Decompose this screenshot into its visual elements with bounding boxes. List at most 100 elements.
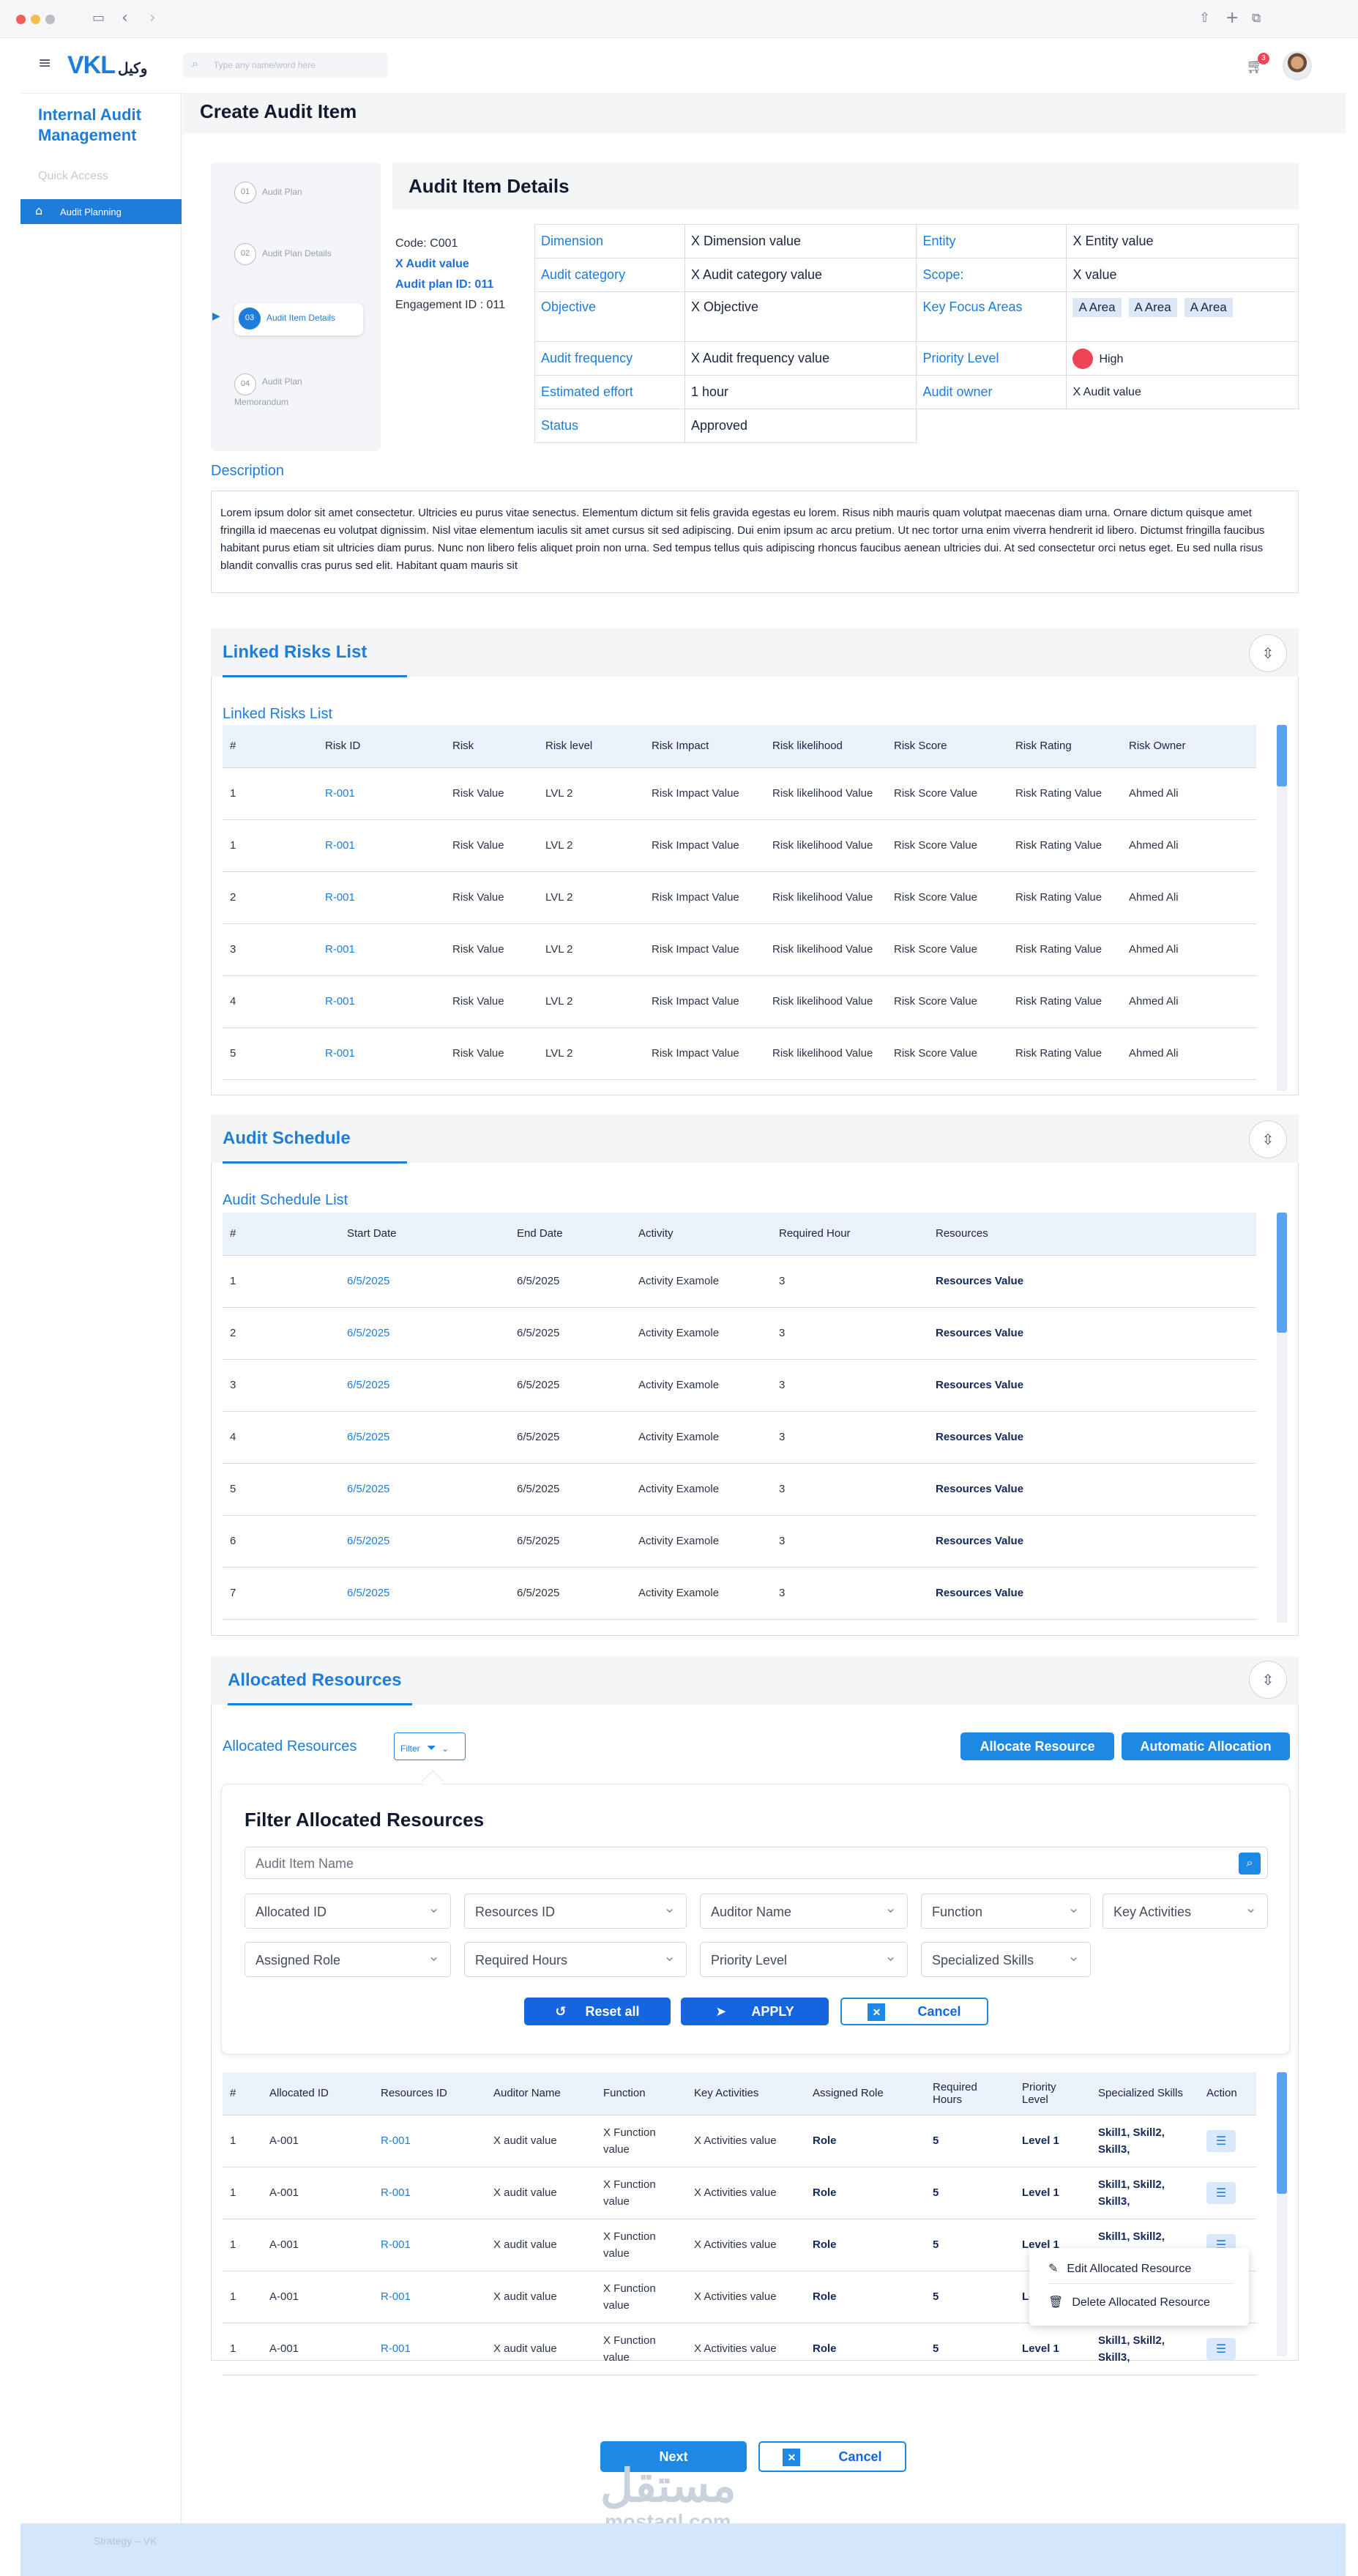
schedule-scrollbar-thumb[interactable]	[1277, 1213, 1287, 1333]
minimize-window-icon[interactable]	[31, 15, 40, 24]
table-cell[interactable]: R-001	[373, 2167, 486, 2219]
schedule-row[interactable]: 1 6/5/2025 6/5/2025 Activity Examole 3 Resour…	[223, 1255, 1256, 1308]
audit-schedule-title: Audit Schedule	[223, 1128, 351, 1148]
table-cell[interactable]: R-001	[318, 923, 445, 976]
risks-scrollbar-thumb[interactable]	[1277, 725, 1287, 786]
step-audit-plan-details[interactable]: 02 Audit Plan Details	[234, 243, 363, 274]
resource-row[interactable]: 1 A-001 R-001 X audit value X Function value…	[223, 2323, 1256, 2375]
row-actions-button[interactable]: ☰	[1206, 2129, 1236, 2152]
table-cell[interactable]: R-001	[318, 1027, 445, 1080]
automatic-allocation-button[interactable]: Automatic Allocation	[1122, 1732, 1290, 1760]
table-cell: X Activities value	[687, 2323, 805, 2375]
audit-item-name-input[interactable]: Audit Item Name	[245, 1847, 1268, 1879]
resource-row[interactable]: 1 A-001 R-001 X audit value X Function value…	[223, 2115, 1256, 2167]
specialized-skills-select[interactable]: Specialized Skills	[921, 1942, 1091, 1977]
maximize-window-icon[interactable]	[45, 15, 55, 24]
table-cell[interactable]: 6/5/2025	[340, 1359, 510, 1412]
risk-row[interactable]: 5 R-001 Risk Value LVL 2 Risk Impact Value Ri…	[223, 1027, 1256, 1080]
risk-row[interactable]: 3 R-001 Risk Value LVL 2 Risk Impact Value Ri…	[223, 923, 1256, 976]
notification-badge: 3	[1258, 53, 1269, 64]
table-cell[interactable]: R-001	[318, 767, 445, 820]
resources-scrollbar-thumb[interactable]	[1277, 2072, 1287, 2194]
allocate-resource-button[interactable]: Allocate Resource	[960, 1732, 1114, 1760]
browser-toolbar	[0, 0, 1358, 38]
row-actions-button[interactable]: ☰	[1206, 2337, 1236, 2360]
edit-allocated-resource-item[interactable]: ✎ Edit Allocated Resource	[1048, 2261, 1234, 2284]
table-cell[interactable]: R-001	[373, 2323, 486, 2375]
table-cell[interactable]: 6/5/2025	[340, 1255, 510, 1308]
table-cell[interactable]: 6/5/2025	[340, 1463, 510, 1516]
schedule-row[interactable]: 3 6/5/2025 6/5/2025 Activity Examole 3 Resour…	[223, 1359, 1256, 1412]
table-cell: X audit value	[486, 2167, 596, 2219]
table-cell[interactable]: 6/5/2025	[340, 1307, 510, 1360]
table-cell[interactable]: R-001	[373, 2115, 486, 2167]
user-avatar[interactable]	[1283, 51, 1312, 81]
table-cell: Activity Examole	[631, 1255, 772, 1308]
table-cell: A-001	[262, 2219, 373, 2271]
close-window-icon[interactable]	[16, 15, 26, 24]
schedule-row[interactable]: 5 6/5/2025 6/5/2025 Activity Examole 3 Resour…	[223, 1463, 1256, 1516]
sidebar-item-audit-planning[interactable]: Audit Planning	[20, 199, 182, 224]
allocated-id-select[interactable]: Allocated ID	[245, 1894, 451, 1929]
table-cell[interactable]: 6/5/2025	[340, 1567, 510, 1620]
footer-cancel-button[interactable]: ✕ Cancel	[758, 2441, 906, 2472]
forward-icon[interactable]: ›	[149, 9, 156, 27]
share-icon[interactable]: ⇧	[1199, 10, 1210, 26]
collapse-linked-risks-button[interactable]: ⇳	[1249, 634, 1287, 672]
schedule-row[interactable]: 4 6/5/2025 6/5/2025 Activity Examole 3 Resour…	[223, 1411, 1256, 1464]
home-icon: ⌂	[35, 204, 43, 217]
assigned-role-select[interactable]: Assigned Role	[245, 1942, 451, 1977]
required-hours-select[interactable]: Required Hours	[464, 1942, 687, 1977]
table-cell: Ahmed Ali	[1122, 975, 1256, 1028]
schedule-row[interactable]: 6 6/5/2025 6/5/2025 Activity Examole 3 Resour…	[223, 1515, 1256, 1568]
table-cell: Resources Value	[928, 1567, 1256, 1620]
step-audit-plan-memorandum[interactable]: 04 Audit Plan Memorandum	[234, 373, 366, 407]
new-tab-icon[interactable]: +	[1225, 9, 1239, 27]
table-cell: Risk Score Value	[887, 871, 1008, 924]
sidebar-toggle-icon[interactable]: ▭	[92, 10, 105, 26]
title-underline	[228, 1703, 412, 1705]
risk-row[interactable]: 2 R-001 Risk Value LVL 2 Risk Impact Value Ri…	[223, 871, 1256, 924]
resource-row[interactable]: 1 A-001 R-001 X audit value X Function value…	[223, 2167, 1256, 2219]
table-cell: Risk Score Value	[887, 923, 1008, 976]
schedule-row[interactable]: 2 6/5/2025 6/5/2025 Activity Examole 3 Resour…	[223, 1307, 1256, 1360]
table-cell[interactable]: R-001	[318, 975, 445, 1028]
risk-row[interactable]: 1 R-001 Risk Value LVL 2 Risk Impact Value Ri…	[223, 767, 1256, 820]
filter-cancel-button[interactable]: ✕ Cancel	[840, 1998, 988, 2025]
table-cell[interactable]: R-001	[373, 2271, 486, 2323]
step-audit-plan[interactable]: 01 Audit Plan	[234, 182, 363, 212]
table-cell[interactable]: R-001	[318, 871, 445, 924]
collapse-allocated-resources-button[interactable]: ⇳	[1249, 1661, 1287, 1699]
menu-icon[interactable]: ≡	[38, 54, 51, 72]
key-activities-select[interactable]: Key Activities	[1103, 1894, 1268, 1929]
table-cell: Ahmed Ali	[1122, 1027, 1256, 1080]
global-search-input[interactable]: Type any name/word here	[183, 53, 388, 78]
apply-button[interactable]: ➤ APPLY	[681, 1998, 829, 2025]
risk-row[interactable]: 1 R-001 Risk Value LVL 2 Risk Impact Value Ri…	[223, 819, 1256, 872]
table-cell: Risk likelihood Value	[765, 767, 887, 820]
step-audit-item-details[interactable]: 03 Audit Item Details	[234, 303, 363, 335]
search-icon[interactable]: ⌕	[1239, 1853, 1261, 1875]
delete-allocated-resource-item[interactable]: 🗑︎ Delete Allocated Resource	[1048, 2295, 1234, 2309]
table-cell[interactable]: R-001	[318, 819, 445, 872]
priority-level-select[interactable]: Priority Level	[700, 1942, 908, 1977]
reset-all-button[interactable]: ↺ Reset all	[524, 1998, 671, 2025]
delete-label: Delete Allocated Resource	[1072, 2296, 1210, 2309]
table-cell: 1	[223, 2323, 262, 2375]
row-actions-button[interactable]: ☰	[1206, 2181, 1236, 2204]
table-cell[interactable]: 6/5/2025	[340, 1515, 510, 1568]
risk-row[interactable]: 4 R-001 Risk Value LVL 2 Risk Impact Value Ri…	[223, 975, 1256, 1028]
resources-id-select[interactable]: Resources ID	[464, 1894, 687, 1929]
auditor-name-select[interactable]: Auditor Name	[700, 1894, 908, 1929]
function-select[interactable]: Function	[921, 1894, 1091, 1929]
details-table: Dimension X Dimension value Entity X Ent…	[534, 224, 1299, 443]
page-title: Create Audit Item	[200, 100, 357, 122]
table-cell[interactable]: 6/5/2025	[340, 1411, 510, 1464]
table-cell[interactable]: R-001	[373, 2219, 486, 2271]
collapse-audit-schedule-button[interactable]: ⇳	[1249, 1120, 1287, 1158]
table-cell: 5	[925, 2167, 1015, 2219]
schedule-row[interactable]: 7 6/5/2025 6/5/2025 Activity Examole 3 Resour…	[223, 1567, 1256, 1620]
tabs-overview-icon[interactable]: ⧉	[1252, 11, 1261, 26]
back-icon[interactable]: ‹	[122, 9, 128, 27]
filter-button[interactable]: Filter ⏷ ⌄	[394, 1732, 466, 1760]
